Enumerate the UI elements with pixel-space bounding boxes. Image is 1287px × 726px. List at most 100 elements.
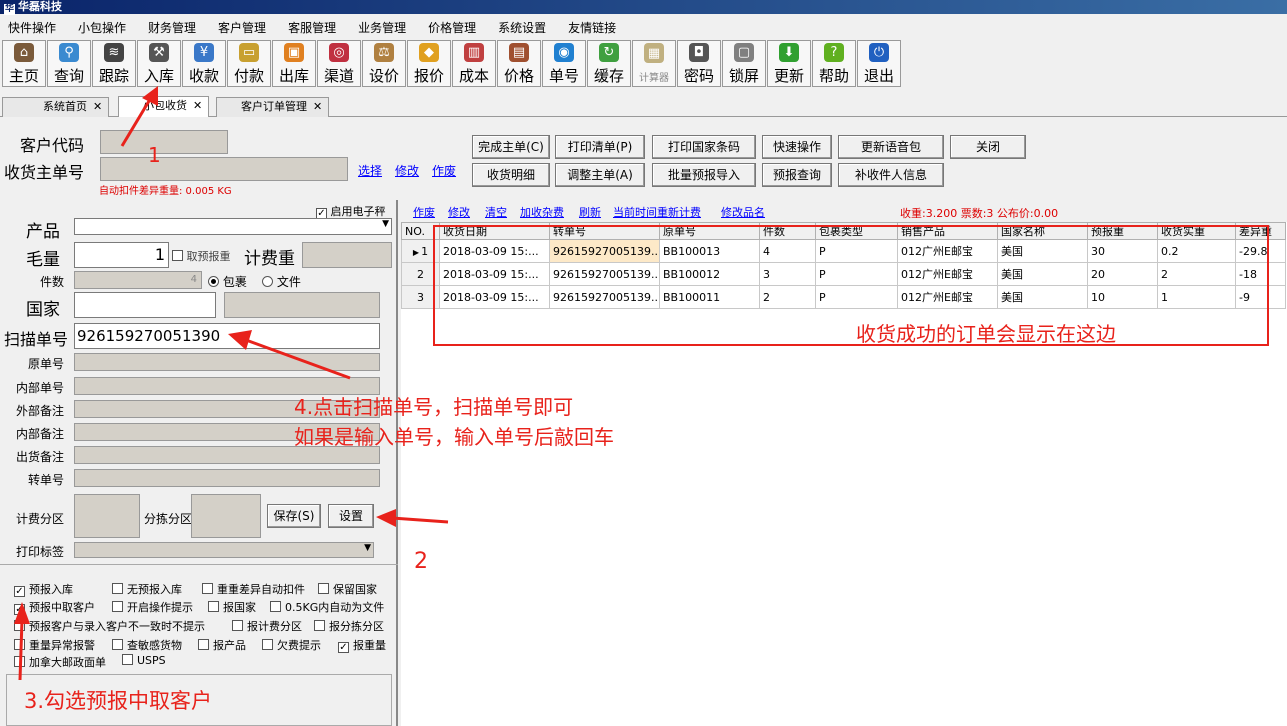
grid-link[interactable]: 加收杂费 xyxy=(520,204,564,220)
option-checkbox[interactable]: 重重差异自动扣件 xyxy=(202,581,305,597)
menu-item[interactable]: 快件操作 xyxy=(8,19,56,36)
option-checkbox[interactable]: 查敏感货物 xyxy=(112,637,182,653)
customer-code-input[interactable] xyxy=(100,130,228,154)
edit-link[interactable]: 修改 xyxy=(395,162,419,179)
toolbar-button[interactable]: ▦ 计算器 xyxy=(632,40,676,87)
option-checkbox[interactable]: ✓ 报重量 xyxy=(338,637,386,653)
checkbox-box[interactable] xyxy=(198,639,209,650)
checkbox-box[interactable] xyxy=(318,583,329,594)
option-checkbox[interactable]: 预报客户与录入客户不一致时不提示 xyxy=(14,618,205,634)
checkbox-box[interactable] xyxy=(262,639,273,650)
grid-link[interactable]: 修改品名 xyxy=(721,204,765,220)
toolbar-button[interactable]: ↻ 缓存 xyxy=(587,40,631,87)
menu-item[interactable]: 友情链接 xyxy=(568,19,616,36)
toolbar-button[interactable]: ⚒ 入库 xyxy=(137,40,181,87)
option-checkbox[interactable]: USPS xyxy=(122,654,166,667)
close-icon[interactable]: ✕ xyxy=(193,99,202,112)
fill-recipient-info-button[interactable]: 补收件人信息 xyxy=(838,163,944,187)
checkbox-box[interactable]: ✓ xyxy=(14,586,25,597)
checkbox-box[interactable] xyxy=(122,654,133,665)
checkbox-box[interactable] xyxy=(14,656,25,667)
scan-no-input[interactable]: 926159270051390 xyxy=(74,323,380,349)
toolbar-button[interactable]: ≋ 跟踪 xyxy=(92,40,136,87)
toolbar-button[interactable]: ◉ 单号 xyxy=(542,40,586,87)
option-checkbox[interactable]: 无预报入库 xyxy=(112,581,182,597)
tab-parcel-receiving[interactable]: 小包收货 ✕ xyxy=(118,96,210,117)
grid-link[interactable]: 修改 xyxy=(448,204,470,220)
chevron-down-icon[interactable]: ▼ xyxy=(382,219,389,229)
menu-item[interactable]: 系统设置 xyxy=(498,19,546,36)
option-checkbox[interactable]: 报计费分区 xyxy=(232,618,302,634)
toolbar-button[interactable]: ▥ 成本 xyxy=(452,40,496,87)
toolbar-button[interactable]: ◘ 密码 xyxy=(677,40,721,87)
batch-forecast-import-button[interactable]: 批量预报导入 xyxy=(652,163,756,187)
grid-link[interactable]: 刷新 xyxy=(579,204,601,220)
grid-link[interactable]: 作废 xyxy=(413,204,435,220)
checkbox-box[interactable] xyxy=(112,583,123,594)
option-checkbox[interactable]: 欠费提示 xyxy=(262,637,321,653)
menu-item[interactable]: 财务管理 xyxy=(148,19,196,36)
option-checkbox[interactable]: 加拿大邮政面单 xyxy=(14,654,106,670)
pieces-input[interactable]: 4 xyxy=(74,271,202,289)
toolbar-button[interactable]: ? 帮助 xyxy=(812,40,856,87)
option-checkbox[interactable]: 重量异常报警 xyxy=(14,637,95,653)
toolbar-button[interactable]: ⚖ 设价 xyxy=(362,40,406,87)
toolbar-button[interactable]: ▤ 价格 xyxy=(497,40,541,87)
document-radio[interactable]: 文件 xyxy=(262,273,301,290)
menu-item[interactable]: 小包操作 xyxy=(78,19,126,36)
close-icon[interactable]: ✕ xyxy=(93,100,102,113)
master-no-input[interactable] xyxy=(100,157,348,181)
toolbar-button[interactable]: ⏻ 退出 xyxy=(857,40,901,87)
grid-link[interactable]: 当前时间重新计费 xyxy=(613,204,701,220)
close-button[interactable]: 关闭 xyxy=(950,135,1026,159)
option-checkbox[interactable]: 报产品 xyxy=(198,637,246,653)
parcel-radio[interactable]: 包裹 xyxy=(208,273,247,290)
print-label-select[interactable]: ▼ xyxy=(74,542,374,558)
print-list-button[interactable]: 打印清单(P) xyxy=(555,135,645,159)
toolbar-button[interactable]: ¥ 收款 xyxy=(182,40,226,87)
toolbar-button[interactable]: ◆ 报价 xyxy=(407,40,451,87)
country-input[interactable] xyxy=(74,292,216,318)
checkbox-box[interactable] xyxy=(270,601,281,612)
save-button[interactable]: 保存(S) xyxy=(267,504,321,528)
toolbar-button[interactable]: ⌂ 主页 xyxy=(2,40,46,87)
checkbox-box[interactable] xyxy=(202,583,213,594)
chevron-down-icon[interactable]: ▼ xyxy=(364,543,371,553)
option-checkbox[interactable]: ✓ 预报入库 xyxy=(14,581,73,597)
checkbox-box[interactable] xyxy=(112,639,123,650)
print-country-barcode-button[interactable]: 打印国家条码 xyxy=(652,135,756,159)
tab-customer-orders[interactable]: 客户订单管理 ✕ xyxy=(216,97,330,117)
product-select[interactable]: ▼ xyxy=(74,218,392,235)
void-link[interactable]: 作废 xyxy=(432,162,456,179)
take-forecast-weight-checkbox[interactable]: 取预报重 xyxy=(172,248,231,264)
toolbar-button[interactable]: ⬇ 更新 xyxy=(767,40,811,87)
billing-weight-input[interactable] xyxy=(302,242,392,268)
option-checkbox[interactable]: ✓ 预报中取客户 xyxy=(14,599,95,615)
toolbar-button[interactable]: ▣ 出库 xyxy=(272,40,316,87)
toolbar-button[interactable]: ⚲ 查询 xyxy=(47,40,91,87)
transfer-no-input[interactable] xyxy=(74,469,380,487)
quick-operation-button[interactable]: 快速操作 xyxy=(762,135,832,159)
forecast-query-button[interactable]: 预报查询 xyxy=(762,163,832,187)
checkbox-box[interactable]: ✓ xyxy=(14,604,25,615)
tab-home[interactable]: 系统首页 ✕ xyxy=(2,97,110,117)
menu-item[interactable]: 价格管理 xyxy=(428,19,476,36)
checkbox-box[interactable] xyxy=(14,620,25,631)
radio-dot[interactable] xyxy=(262,276,273,287)
checkbox-box[interactable] xyxy=(112,601,123,612)
original-no-input[interactable] xyxy=(74,353,380,371)
checkbox-box[interactable] xyxy=(172,250,183,261)
settings-button[interactable]: 设置 xyxy=(328,504,374,528)
menu-item[interactable]: 业务管理 xyxy=(358,19,406,36)
update-voice-pack-button[interactable]: 更新语音包 xyxy=(838,135,944,159)
checkbox-box[interactable]: ✓ xyxy=(338,642,349,653)
checkbox-box[interactable] xyxy=(14,639,25,650)
select-link[interactable]: 选择 xyxy=(358,162,382,179)
toolbar-button[interactable]: ▭ 付款 xyxy=(227,40,271,87)
option-checkbox[interactable]: 保留国家 xyxy=(318,581,377,597)
checkbox-box[interactable] xyxy=(314,620,325,631)
toolbar-button[interactable]: ▢ 锁屏 xyxy=(722,40,766,87)
complete-master-button[interactable]: 完成主单(C) xyxy=(472,135,550,159)
close-icon[interactable]: ✕ xyxy=(313,100,322,113)
grid-link[interactable]: 清空 xyxy=(485,204,507,220)
